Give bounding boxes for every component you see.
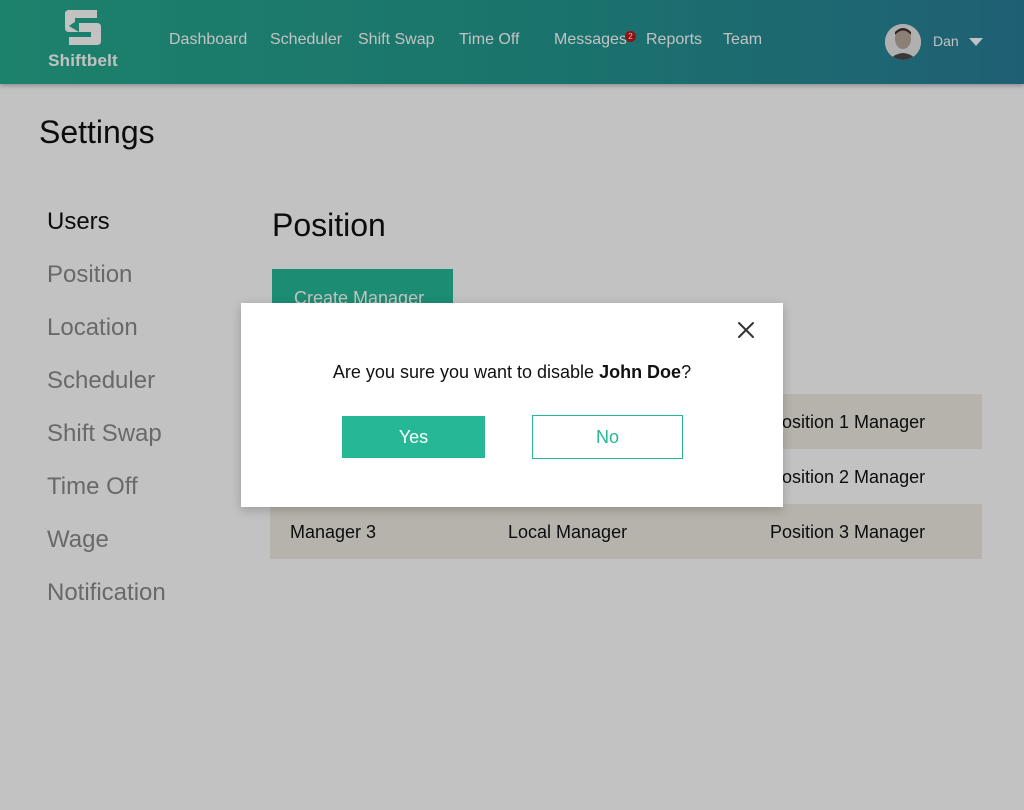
disable-user-dialog: Are you sure you want to disable John Do… xyxy=(241,303,783,507)
dialog-message-suffix: ? xyxy=(681,362,692,382)
yes-button[interactable]: Yes xyxy=(342,416,485,458)
no-button[interactable]: No xyxy=(532,415,683,459)
dialog-user-name: John Doe xyxy=(599,362,682,382)
dialog-message: Are you sure you want to disable John Do… xyxy=(241,362,783,383)
modal-backdrop-top[interactable] xyxy=(0,0,1024,84)
close-icon[interactable] xyxy=(737,321,755,339)
dialog-message-prefix: Are you sure you want to disable xyxy=(332,362,600,382)
